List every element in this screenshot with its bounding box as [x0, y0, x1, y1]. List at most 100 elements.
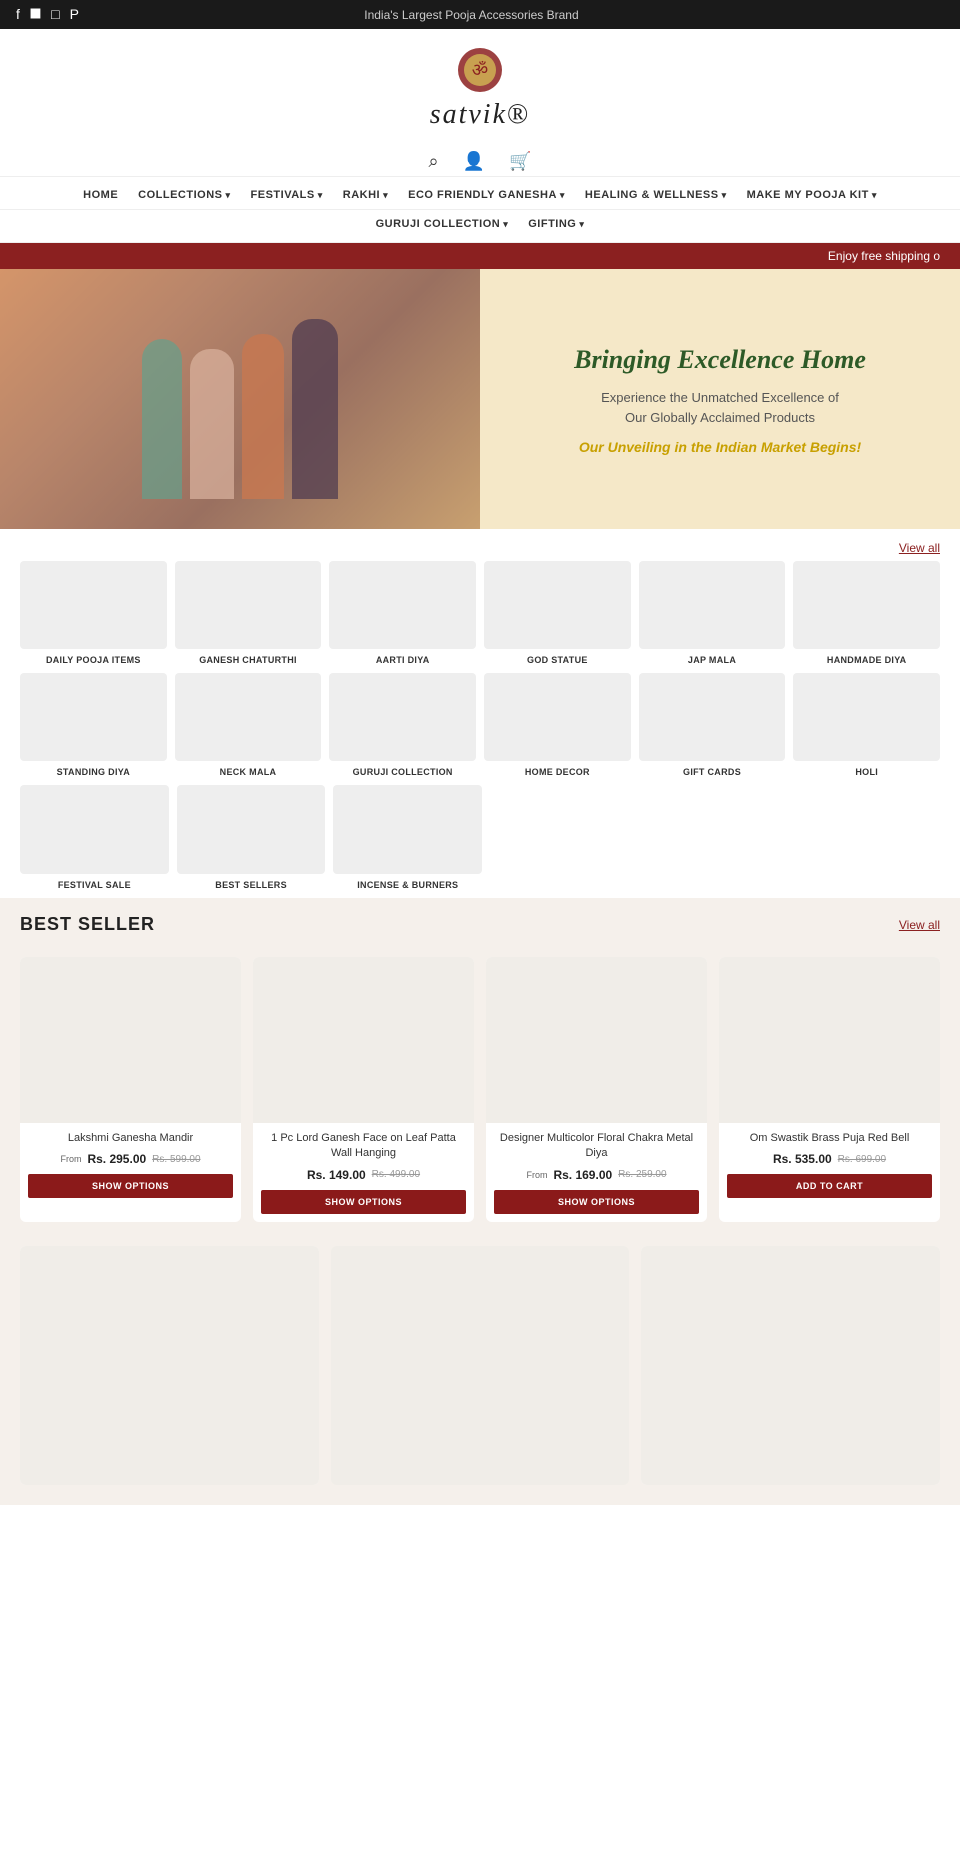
collection-ganesh-chaturthi[interactable]: Ganesh Chaturthi	[175, 561, 322, 665]
show-options-btn-1[interactable]: SHOW OPTIONS	[28, 1174, 233, 1198]
collection-thumb	[329, 673, 476, 761]
collection-daily-pooja[interactable]: DAILY POOJA ITEMS	[20, 561, 167, 665]
price-current-1: Rs. 295.00	[87, 1152, 146, 1166]
more-product-image-1	[20, 1246, 319, 1485]
product-name-3: Designer Multicolor Floral Chakra Metal …	[494, 1131, 699, 1162]
product-name-4: Om Swastik Brass Puja Red Bell	[727, 1131, 932, 1146]
price-original-1: Rs. 599.00	[152, 1154, 200, 1165]
bestseller-header: BEST SELLER View all	[0, 898, 960, 945]
collection-holi[interactable]: HOLI	[793, 673, 940, 777]
product-name-1: Lakshmi Ganesha Mandir	[28, 1131, 233, 1146]
collection-thumb	[484, 673, 631, 761]
more-product-card-2	[331, 1246, 630, 1485]
price-from-3: From	[526, 1170, 547, 1180]
logo-area: ॐ satvik®	[0, 29, 960, 147]
hero-subtitle: Experience the Unmatched Excellence ofOu…	[601, 388, 839, 427]
collection-thumb	[20, 673, 167, 761]
product-info-4: Om Swastik Brass Puja Red Bell Rs. 535.0…	[719, 1123, 940, 1222]
utility-bar: ⌕ 👤 🛒	[0, 147, 960, 177]
nav-guruji[interactable]: GURUJI COLLECTION	[366, 214, 519, 234]
announcement-text: India's Largest Pooja Accessories Brand	[79, 8, 864, 22]
collections-section: DAILY POOJA ITEMS Ganesh Chaturthi AARTI…	[0, 561, 960, 890]
hero-cta: Our Unveiling in the Indian Market Begin…	[579, 439, 861, 455]
product-pricing-3: From Rs. 169.00 Rs. 259.00	[494, 1168, 699, 1182]
nav-festivals[interactable]: FESTIVALS	[241, 185, 333, 205]
collections-row-3: FESTIVAL SALE BEST SELLERS INCENSE & BUR…	[20, 785, 940, 890]
bestseller-view-all[interactable]: View all	[899, 918, 940, 932]
collection-thumb	[175, 673, 322, 761]
collection-thumb	[175, 561, 322, 649]
collection-gift-cards[interactable]: GIFT CARDS	[639, 673, 786, 777]
product-card-1: Lakshmi Ganesha Mandir From Rs. 295.00 R…	[20, 957, 241, 1222]
product-name-2: 1 Pc Lord Ganesh Face on Leaf Patta Wall…	[261, 1131, 466, 1162]
add-to-cart-btn-4[interactable]: ADD TO CART	[727, 1174, 932, 1198]
more-product-card-3	[641, 1246, 940, 1485]
nav-pooja-kit[interactable]: MAKE MY POOJA KIT	[737, 185, 887, 205]
nav-home[interactable]: HOME	[73, 185, 128, 205]
instagram-icon[interactable]: □	[51, 6, 59, 23]
product-pricing-2: Rs. 149.00 Rs. 499.00	[261, 1168, 466, 1182]
collection-festival-sale[interactable]: FESTIVAL SALE	[20, 785, 169, 890]
collection-incense-burners[interactable]: INCENSE & BURNERS	[333, 785, 482, 890]
products-grid: Lakshmi Ganesha Mandir From Rs. 295.00 R…	[0, 945, 960, 1234]
product-info-2: 1 Pc Lord Ganesh Face on Leaf Patta Wall…	[253, 1123, 474, 1222]
show-options-btn-2[interactable]: SHOW OPTIONS	[261, 1190, 466, 1214]
collection-jap-mala[interactable]: JAP MALA	[639, 561, 786, 665]
collection-neck-mala[interactable]: Neck Mala	[175, 673, 322, 777]
more-product-card-1	[20, 1246, 319, 1485]
collection-thumb	[793, 673, 940, 761]
product-info-1: Lakshmi Ganesha Mandir From Rs. 295.00 R…	[20, 1123, 241, 1222]
search-icon[interactable]: ⌕	[429, 151, 439, 172]
more-products-row	[0, 1234, 960, 1505]
price-original-4: Rs. 699.00	[838, 1154, 886, 1165]
more-product-image-2	[331, 1246, 630, 1485]
nav-rakhi[interactable]: RAKHI	[333, 185, 398, 205]
collection-thumb	[639, 673, 786, 761]
collection-aarti-diya[interactable]: AARTI DIYA	[329, 561, 476, 665]
collection-thumb	[177, 785, 326, 874]
main-nav: HOME COLLECTIONS FESTIVALS RAKHI ECO FRI…	[0, 177, 960, 210]
price-current-4: Rs. 535.00	[773, 1152, 832, 1166]
product-card-2: 1 Pc Lord Ganesh Face on Leaf Patta Wall…	[253, 957, 474, 1222]
social-icons[interactable]: f ⯀ □ P	[16, 6, 79, 23]
hero-image	[0, 269, 480, 529]
account-icon[interactable]: 👤	[463, 151, 485, 172]
price-current-2: Rs. 149.00	[307, 1168, 366, 1182]
show-options-btn-3[interactable]: SHOW OPTIONS	[494, 1190, 699, 1214]
nav-healing[interactable]: HEALING & WELLNESS	[575, 185, 737, 205]
collection-home-decor[interactable]: HOME DECOR	[484, 673, 631, 777]
price-from-1: From	[60, 1154, 81, 1164]
logo-text: satvik®	[430, 99, 531, 131]
cart-icon[interactable]: 🛒	[509, 151, 531, 172]
collection-thumb	[484, 561, 631, 649]
collections-view-all-row: View all	[0, 529, 960, 561]
product-card-4: Om Swastik Brass Puja Red Bell Rs. 535.0…	[719, 957, 940, 1222]
product-image-3	[486, 957, 707, 1123]
nav-row2: GURUJI COLLECTION GIFTING	[0, 210, 960, 243]
product-card-3: Designer Multicolor Floral Chakra Metal …	[486, 957, 707, 1222]
collection-best-sellers[interactable]: BEST SELLERS	[177, 785, 326, 890]
youtube-icon[interactable]: ⯀	[30, 6, 41, 23]
collection-thumb	[639, 561, 786, 649]
collection-thumb	[793, 561, 940, 649]
collections-row-2: STANDING DIYA Neck Mala GURUJI COLLECTIO…	[20, 673, 940, 777]
collection-thumb	[333, 785, 482, 874]
product-image-4	[719, 957, 940, 1123]
product-info-3: Designer Multicolor Floral Chakra Metal …	[486, 1123, 707, 1222]
shipping-bar: Enjoy free shipping o	[0, 243, 960, 269]
more-product-image-3	[641, 1246, 940, 1485]
price-original-2: Rs. 499.00	[372, 1169, 420, 1180]
nav-eco-ganesha[interactable]: ECO FRIENDLY GANESHA	[398, 185, 575, 205]
collection-standing-diya[interactable]: STANDING DIYA	[20, 673, 167, 777]
collection-guruji[interactable]: GURUJI COLLECTION	[329, 673, 476, 777]
price-current-3: Rs. 169.00	[553, 1168, 612, 1182]
svg-text:ॐ: ॐ	[472, 60, 488, 80]
nav-gifting[interactable]: GIFTING	[518, 214, 594, 234]
collections-view-all[interactable]: View all	[899, 541, 940, 555]
nav-collections[interactable]: COLLECTIONS	[128, 185, 240, 205]
facebook-icon[interactable]: f	[16, 6, 20, 23]
collection-handmade-diya[interactable]: HANDMADE DIYA	[793, 561, 940, 665]
collection-god-statue[interactable]: GOD STATUE	[484, 561, 631, 665]
bestseller-title: BEST SELLER	[20, 914, 155, 935]
pinterest-icon[interactable]: P	[70, 6, 79, 23]
